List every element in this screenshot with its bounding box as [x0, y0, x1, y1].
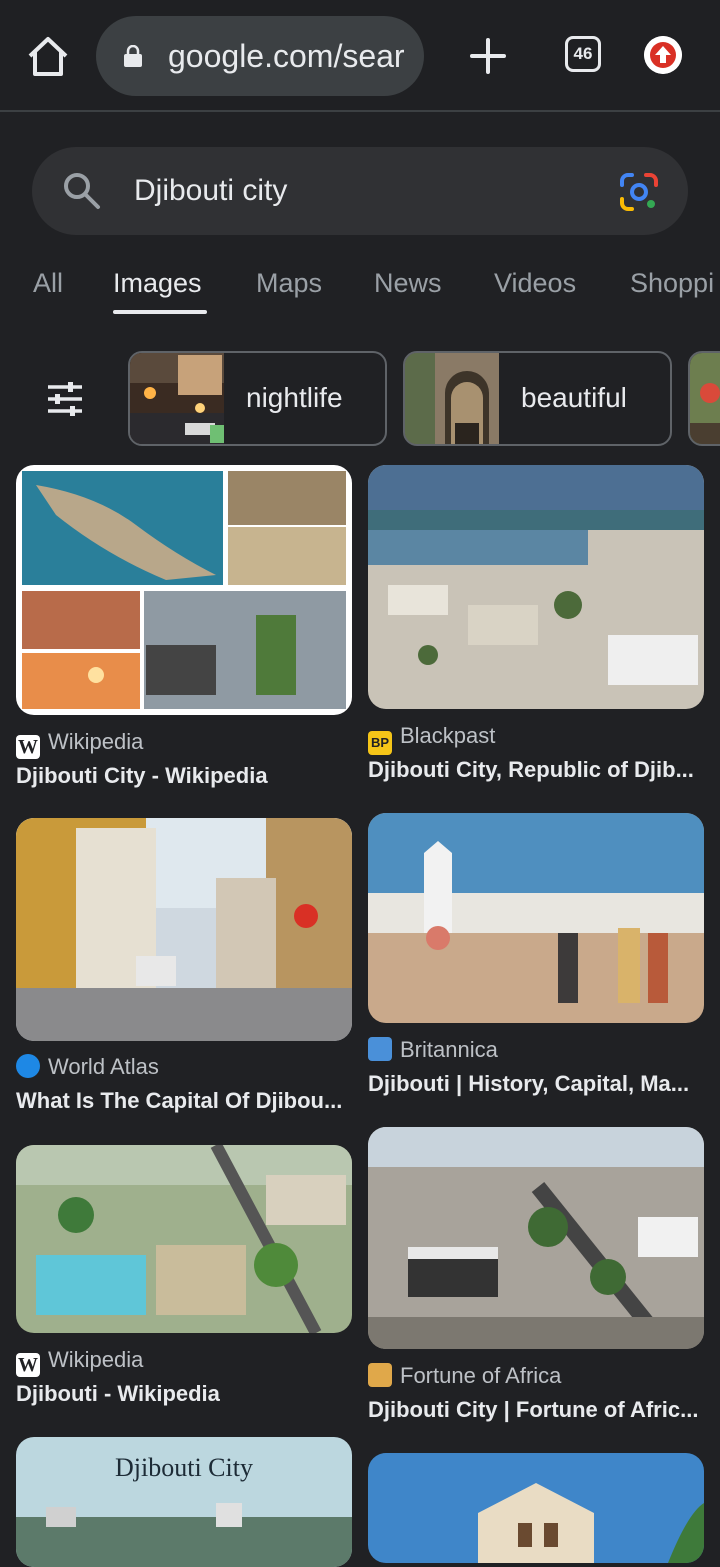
- new-tab-icon[interactable]: [466, 34, 510, 78]
- tab-videos[interactable]: Videos: [494, 268, 576, 299]
- result-source: W Wikipedia: [16, 1347, 143, 1377]
- tab-images[interactable]: Images: [113, 268, 202, 299]
- image-result[interactable]: W Wikipedia Djibouti - Wikipedia: [16, 1145, 352, 1415]
- google-lens-icon[interactable]: [618, 171, 660, 213]
- chip-more[interactable]: [688, 351, 720, 446]
- image-result[interactable]: World Atlas What Is The Capital Of Djibo…: [16, 818, 352, 1118]
- tab-maps[interactable]: Maps: [256, 268, 322, 299]
- result-title[interactable]: Djibouti City - Wikipedia: [16, 763, 352, 789]
- wikipedia-icon: W: [16, 735, 40, 759]
- result-source: World Atlas: [16, 1054, 159, 1080]
- lock-icon: [124, 45, 142, 67]
- blackpast-icon: BP: [368, 731, 392, 755]
- chip-label: nightlife: [246, 382, 343, 413]
- search-input[interactable]: Djibouti city: [134, 174, 287, 208]
- tab-news[interactable]: News: [374, 268, 442, 299]
- result-source: BP Blackpast: [368, 723, 495, 755]
- result-image[interactable]: [16, 1145, 352, 1333]
- filters-icon[interactable]: [46, 380, 84, 418]
- source-name: Fortune of Africa: [400, 1363, 562, 1388]
- result-source: Fortune of Africa: [368, 1363, 561, 1389]
- search-box[interactable]: Djibouti city: [32, 147, 688, 235]
- chip-beautiful[interactable]: beautiful: [403, 351, 672, 446]
- search-type-tabs: All Images Maps News Videos Shoppi: [0, 262, 720, 322]
- chip-thumbnail: [130, 353, 224, 444]
- result-title[interactable]: Djibouti - Wikipedia: [16, 1381, 352, 1407]
- result-title[interactable]: Djibouti City | Fortune of Afric...: [368, 1397, 704, 1423]
- source-name: Wikipedia: [48, 1347, 144, 1372]
- url-text: google.com/sear: [168, 38, 405, 74]
- chip-thumbnail: [690, 353, 720, 444]
- result-title[interactable]: Djibouti | History, Capital, Ma...: [368, 1071, 704, 1097]
- result-image[interactable]: [368, 1127, 704, 1349]
- tab-all[interactable]: All: [33, 268, 63, 299]
- result-image[interactable]: [368, 813, 704, 1023]
- image-result[interactable]: W Wikipedia Djibouti City - Wikipedia: [16, 465, 352, 795]
- result-image[interactable]: [16, 818, 352, 1041]
- result-source: W Wikipedia: [16, 729, 143, 759]
- update-icon[interactable]: [644, 36, 682, 74]
- image-result[interactable]: Djibouti City: [16, 1437, 352, 1567]
- wikipedia-icon: W: [16, 1353, 40, 1377]
- source-name: Wikipedia: [48, 729, 144, 754]
- address-bar[interactable]: google.com/sear: [96, 16, 424, 96]
- tab-switcher-button[interactable]: 46: [565, 36, 601, 72]
- image-caption: Djibouti City: [115, 1453, 253, 1482]
- britannica-icon: [368, 1037, 392, 1061]
- globe-icon: [16, 1054, 40, 1078]
- active-tab-indicator: [113, 310, 207, 314]
- source-name: World Atlas: [48, 1054, 159, 1079]
- image-result[interactable]: [368, 1453, 704, 1563]
- search-icon[interactable]: [60, 169, 104, 213]
- tab-shopping[interactable]: Shoppi: [630, 268, 714, 299]
- chip-nightlife[interactable]: nightlife: [128, 351, 387, 446]
- result-title[interactable]: Djibouti City, Republic of Djib...: [368, 757, 704, 783]
- home-icon[interactable]: [24, 32, 72, 80]
- chip-thumbnail: [405, 353, 499, 444]
- fortune-of-africa-icon: [368, 1363, 392, 1387]
- result-title[interactable]: What Is The Capital Of Djibou...: [16, 1088, 352, 1114]
- image-result[interactable]: Fortune of Africa Djibouti City | Fortun…: [368, 1127, 704, 1427]
- result-image[interactable]: [368, 1453, 704, 1563]
- browser-toolbar: google.com/sear 46: [0, 0, 720, 112]
- result-source: Britannica: [368, 1037, 498, 1063]
- source-name: Britannica: [400, 1037, 498, 1062]
- result-image[interactable]: [16, 465, 352, 715]
- source-name: Blackpast: [400, 723, 496, 748]
- image-result[interactable]: BP Blackpast Djibouti City, Republic of D…: [368, 465, 704, 785]
- image-result[interactable]: Britannica Djibouti | History, Capital, …: [368, 813, 704, 1113]
- chip-label: beautiful: [521, 382, 627, 413]
- result-image[interactable]: [368, 465, 704, 709]
